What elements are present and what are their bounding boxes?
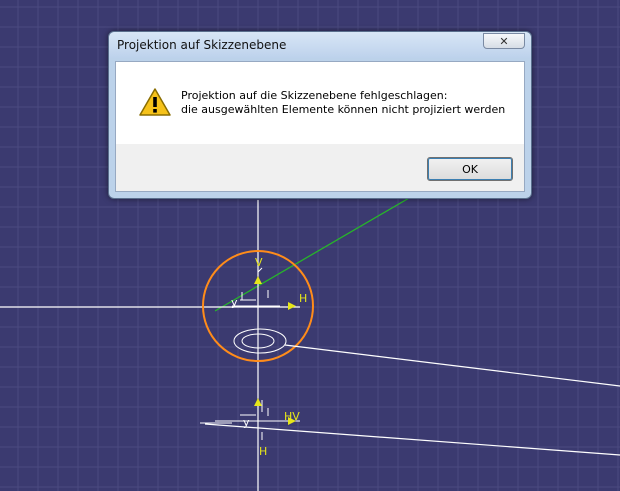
label-h-bottom: H [259,445,267,458]
warning-icon [139,88,171,116]
edge-line-1[interactable] [284,344,620,387]
message-line-1: Projektion auf die Skizzenebene fehlgesc… [181,89,448,102]
projection-line[interactable] [214,179,441,312]
dialog-titlebar[interactable]: Projektion auf Skizzenebene ✕ [109,32,531,58]
label-y-top: y [231,296,238,309]
arrow-up-bottom [254,398,262,406]
dialog-content: Projektion auf die Skizzenebene fehlgesc… [116,62,524,144]
arrow-right-top [288,302,296,310]
message-line-2: die ausgewählten Elemente können nicht p… [181,103,506,116]
close-icon: ✕ [499,34,509,48]
label-y-bottom: y [243,416,250,429]
label-h-top: H [299,292,307,305]
close-button[interactable]: ✕ [483,33,525,49]
label-v-top: V [255,256,263,269]
error-dialog: Projektion auf Skizzenebene ✕ Projektion… [108,31,532,199]
dialog-body: Projektion auf die Skizzenebene fehlgesc… [115,61,525,192]
label-hv-bottom: HV [284,410,300,423]
arrow-up-top [254,276,262,284]
ok-button[interactable]: OK [427,157,513,181]
dialog-title: Projektion auf Skizzenebene [117,38,287,52]
dialog-message: Projektion auf die Skizzenebene fehlgesc… [181,89,505,117]
